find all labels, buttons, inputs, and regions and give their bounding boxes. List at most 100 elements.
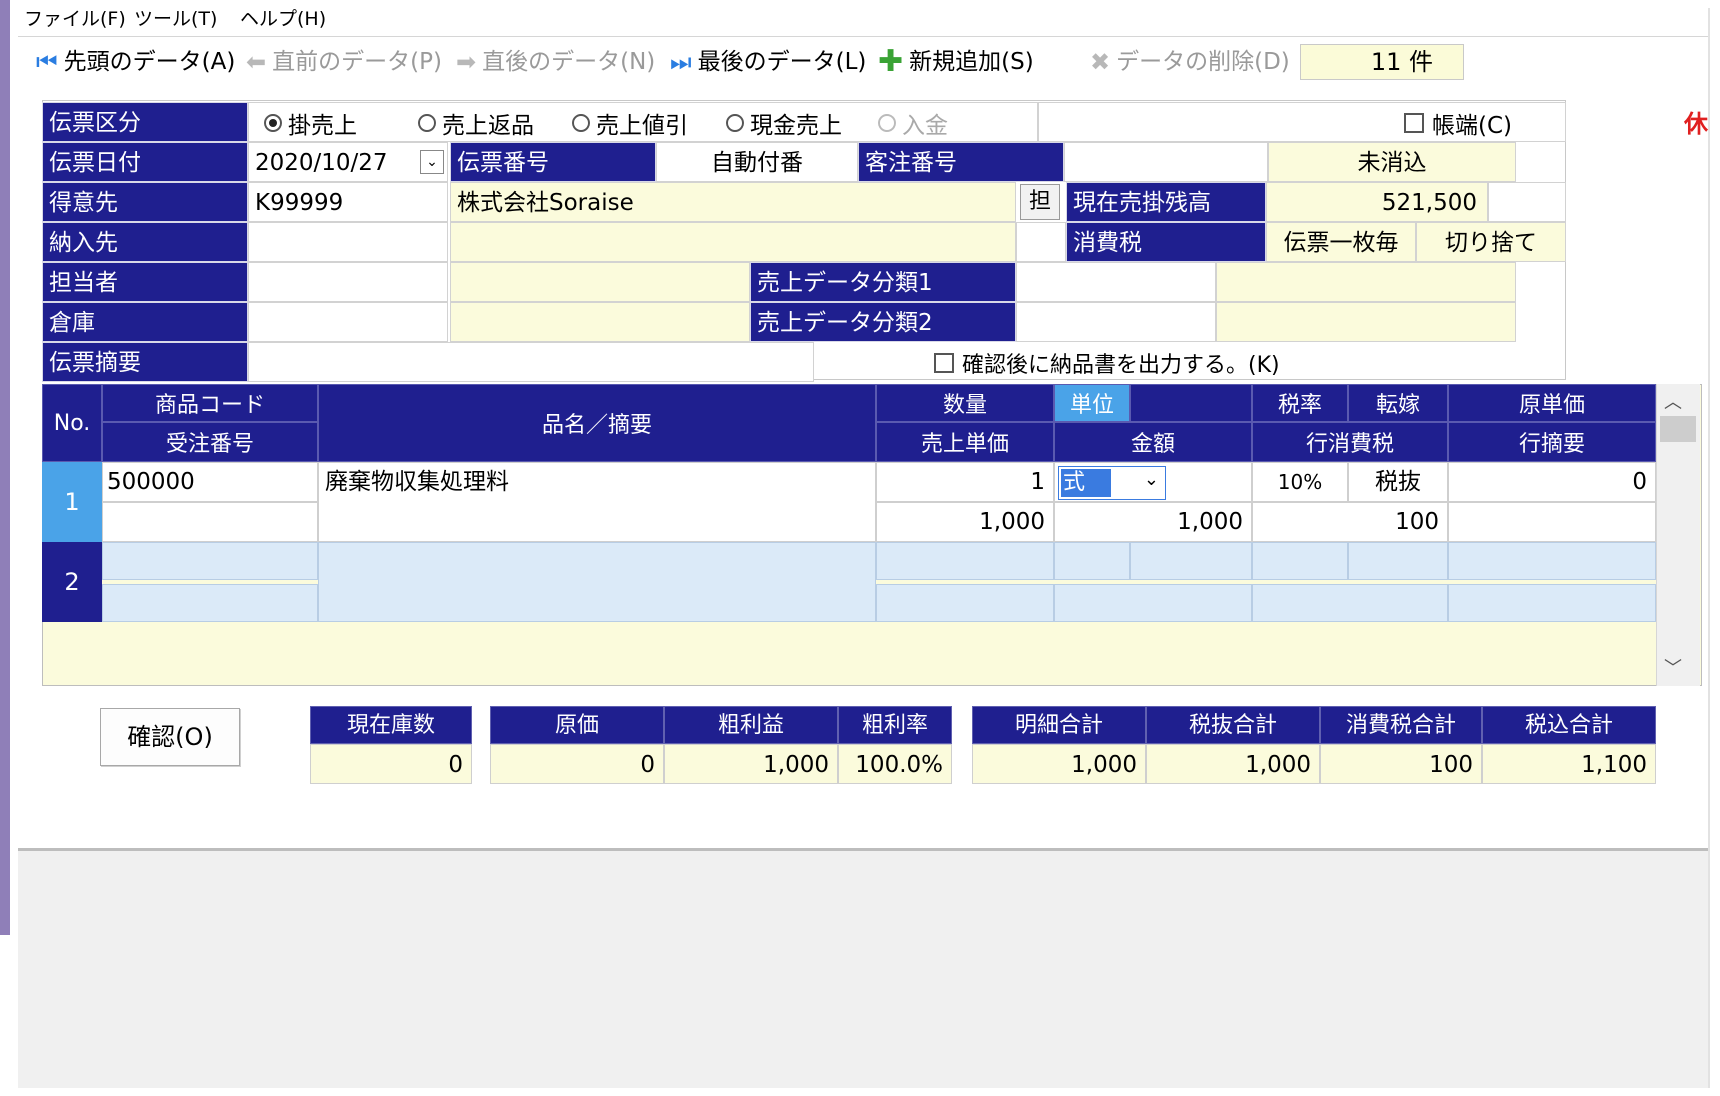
- row2-cost[interactable]: [1448, 542, 1656, 580]
- col-header-unit: 単位: [1054, 384, 1130, 422]
- row2-tax-rate[interactable]: [1252, 542, 1348, 580]
- row1-cost[interactable]: 0: [1448, 462, 1656, 502]
- profit-value: 1,000: [664, 744, 838, 784]
- col-header-amount: 金額: [1054, 422, 1252, 462]
- radio-discount[interactable]: 売上値引: [572, 106, 688, 140]
- col-header-qty: 数量: [876, 384, 1054, 422]
- radio-return-label: 売上返品: [442, 113, 534, 139]
- order-no-field[interactable]: [1064, 142, 1268, 182]
- radio-icon: [726, 114, 744, 132]
- next-record-label: 直後のデータ(N): [482, 49, 656, 75]
- first-record-label: 先頭のデータ(A): [63, 49, 236, 75]
- slip-date-field[interactable]: 2020/10/27: [248, 142, 448, 182]
- checkbox-icon: [1404, 113, 1424, 133]
- row1-tax-rate[interactable]: 10%: [1252, 462, 1348, 502]
- menu-help[interactable]: ヘルプ(H): [240, 6, 326, 32]
- customer-code-field[interactable]: K99999: [248, 182, 448, 222]
- row2-price[interactable]: [876, 584, 1054, 622]
- delivery-extra: [1016, 222, 1066, 262]
- unit-select[interactable]: 式 ⌄: [1058, 466, 1166, 500]
- book-end-label: 帳端(C): [1432, 113, 1513, 139]
- print-after-confirm-checkbox[interactable]: 確認後に納品書を出力する。(K): [934, 348, 1280, 378]
- form-divider: [18, 848, 1710, 851]
- class1-code-field[interactable]: [1016, 262, 1216, 302]
- row2-unit[interactable]: [1054, 542, 1130, 580]
- class2-code-field[interactable]: [1016, 302, 1216, 342]
- row2-name[interactable]: [318, 542, 876, 622]
- col-header-name: 品名／摘要: [318, 384, 876, 462]
- prev-record-button[interactable]: ⬅ 直前のデータ(P): [246, 44, 442, 80]
- col-header-blank: [1130, 384, 1252, 422]
- first-record-button[interactable]: ⏮ 先頭のデータ(A): [36, 44, 235, 80]
- radio-cash-sale[interactable]: 現金売上: [726, 106, 842, 140]
- margin-label: 粗利率: [838, 706, 952, 744]
- row1-order-no[interactable]: [102, 502, 318, 542]
- window-scrollbar[interactable]: [1708, 8, 1720, 1088]
- row2-amount[interactable]: [1054, 584, 1252, 622]
- row2-order-no[interactable]: [102, 584, 318, 622]
- next-record-button[interactable]: ➡ 直後のデータ(N): [456, 44, 655, 80]
- plus-icon: ✚: [878, 44, 904, 79]
- grand-total-label: 税込合計: [1482, 706, 1656, 744]
- detail-total-label: 明細合計: [972, 706, 1146, 744]
- col-header-product-code: 商品コード: [102, 384, 318, 422]
- delete-button[interactable]: ✖ データの削除(D): [1090, 44, 1290, 80]
- row1-price[interactable]: 1,000: [876, 502, 1054, 542]
- staff-label: 担当者: [42, 262, 248, 302]
- row2-line-note[interactable]: [1448, 584, 1656, 622]
- staff-lookup-button[interactable]: 担: [1020, 184, 1060, 220]
- class1-name: [1216, 262, 1516, 302]
- window-edge: [0, 0, 10, 935]
- col-header-no: No.: [42, 384, 102, 462]
- margin-value: 100.0%: [838, 744, 952, 784]
- add-new-button[interactable]: ✚ 新規追加(S): [878, 44, 1034, 80]
- row1-qty[interactable]: 1: [876, 462, 1054, 502]
- close-icon: ✖: [1090, 48, 1111, 76]
- radio-credit-sale[interactable]: 掛売上: [264, 106, 357, 140]
- delivery-code-field[interactable]: [248, 222, 448, 262]
- scrollbar-thumb[interactable]: [1660, 416, 1696, 442]
- row1-line-tax[interactable]: 100: [1252, 502, 1448, 542]
- row-number[interactable]: 1: [42, 462, 102, 542]
- grand-total-value: 1,100: [1482, 744, 1656, 784]
- delivery-label: 納入先: [42, 222, 248, 262]
- chevron-down-icon[interactable]: ﹀: [1664, 654, 1682, 680]
- radio-cash-sale-label: 現金売上: [750, 113, 842, 139]
- col-header-line-tax: 行消費税: [1252, 422, 1448, 462]
- row1-transfer[interactable]: 税抜: [1348, 462, 1448, 502]
- chevron-up-icon[interactable]: ︿: [1664, 388, 1682, 414]
- tax-total-value: 100: [1320, 744, 1482, 784]
- print-after-confirm-label: 確認後に納品書を出力する。(K): [962, 353, 1280, 378]
- staff-code-field[interactable]: [248, 262, 448, 302]
- row1-line-note[interactable]: [1448, 502, 1656, 542]
- row1-name[interactable]: 廃棄物収集処理料: [318, 462, 876, 542]
- menu-file[interactable]: ファイル(F): [24, 6, 126, 32]
- col-header-order-no: 受注番号: [102, 422, 318, 462]
- menu-tools[interactable]: ツール(T): [134, 6, 217, 32]
- chevron-down-icon[interactable]: ⌄: [420, 150, 444, 174]
- last-record-button[interactable]: ⏭ 最後のデータ(L): [670, 44, 866, 80]
- col-header-price: 売上単価: [876, 422, 1054, 462]
- confirm-button[interactable]: 確認(O): [100, 708, 240, 766]
- class2-name: [1216, 302, 1516, 342]
- radio-return[interactable]: 売上返品: [418, 106, 534, 140]
- row2-qty[interactable]: [876, 542, 1054, 580]
- prev-record-label: 直前のデータ(P): [272, 49, 442, 75]
- warehouse-code-field[interactable]: [248, 302, 448, 342]
- warehouse-name: [450, 302, 750, 342]
- row2-product-code[interactable]: [102, 542, 318, 580]
- row-number[interactable]: 2: [42, 542, 102, 622]
- row1-product-code[interactable]: 500000: [102, 462, 318, 502]
- order-no-label: 客注番号: [858, 142, 1064, 182]
- row2-transfer[interactable]: [1348, 542, 1448, 580]
- tax-label: 消費税: [1066, 222, 1266, 262]
- summary-field[interactable]: [248, 342, 814, 382]
- pretax-total-label: 税抜合計: [1146, 706, 1320, 744]
- tax-rounding: 切り捨て: [1416, 222, 1566, 262]
- row1-amount[interactable]: 1,000: [1054, 502, 1252, 542]
- customer-name: 株式会社Soraise: [450, 182, 1016, 222]
- row2-line-tax[interactable]: [1252, 584, 1448, 622]
- slip-date-label: 伝票日付: [42, 142, 248, 182]
- class1-label: 売上データ分類1: [750, 262, 1016, 302]
- book-end-checkbox[interactable]: 帳端(C): [1404, 108, 1513, 139]
